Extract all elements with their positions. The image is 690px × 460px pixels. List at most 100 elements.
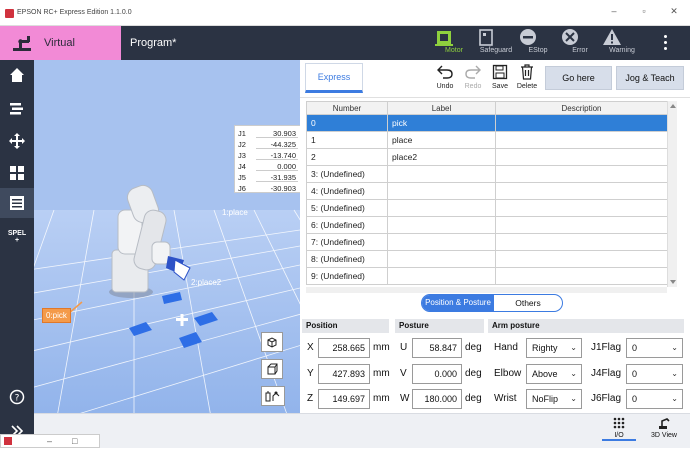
j4flag-select[interactable]: 0 ⌄ [626, 364, 683, 384]
sidebar-help[interactable]: ? [0, 382, 34, 412]
w-field[interactable]: 180.000 [412, 389, 462, 409]
tab-express[interactable]: Express [305, 63, 363, 93]
cell-number[interactable]: 0 [306, 114, 388, 132]
table-row[interactable]: 4: (Undefined) [306, 182, 668, 200]
taskbar-minimize[interactable]: – [47, 436, 52, 446]
cell-number[interactable]: 3: (Undefined) [306, 165, 388, 183]
table-row[interactable]: 9: (Undefined) [306, 267, 668, 285]
u-field[interactable]: 58.847 [412, 338, 462, 358]
redo-button[interactable]: Redo [459, 64, 487, 90]
mode-tab-virtual[interactable]: Virtual [0, 26, 121, 60]
view-robot-button[interactable] [261, 386, 285, 406]
cell-description[interactable] [495, 165, 668, 183]
cell-label[interactable]: place2 [387, 148, 496, 166]
safeguard-button[interactable]: Safeguard [476, 28, 516, 58]
3d-view-button[interactable]: 3D View [646, 416, 682, 439]
cell-number[interactable]: 7: (Undefined) [306, 233, 388, 251]
list-icon [10, 196, 24, 210]
error-button[interactable]: Error [560, 28, 600, 58]
cell-description[interactable] [495, 199, 668, 217]
cell-label[interactable] [387, 250, 496, 268]
sidebar-spel[interactable]: SPEL + [0, 222, 34, 252]
z-label: Z [307, 393, 314, 404]
cell-label[interactable] [387, 182, 496, 200]
cell-number[interactable]: 9: (Undefined) [306, 267, 388, 285]
cell-number[interactable]: 5: (Undefined) [306, 199, 388, 217]
delete-button[interactable]: Delete [513, 64, 541, 90]
cell-description[interactable] [495, 216, 668, 234]
cell-label[interactable] [387, 267, 496, 285]
sidebar-steps[interactable] [0, 94, 34, 124]
cell-label[interactable] [387, 233, 496, 251]
cell-label[interactable]: pick [387, 114, 496, 132]
column-header-description[interactable]: Description [495, 101, 668, 115]
table-row[interactable]: 0 pick [306, 114, 668, 132]
minimize-button[interactable]: – [604, 6, 624, 16]
view-cube-button[interactable] [261, 332, 283, 352]
table-row[interactable]: 5: (Undefined) [306, 199, 668, 217]
j1flag-select[interactable]: 0 ⌄ [626, 338, 683, 358]
detail-view-toggle: Position & Posture Others [421, 294, 563, 312]
column-header-label[interactable]: Label [387, 101, 496, 115]
jog-arrows-icon [9, 133, 25, 149]
point-label-place2[interactable]: 2:place2 [191, 278, 221, 287]
cell-description[interactable] [495, 233, 668, 251]
io-button[interactable]: I/O [602, 416, 636, 441]
table-row[interactable]: 6: (Undefined) [306, 216, 668, 234]
table-row[interactable]: 2 place2 [306, 148, 668, 166]
jog-teach-button[interactable]: Jog & Teach [616, 66, 684, 90]
cell-number[interactable]: 8: (Undefined) [306, 250, 388, 268]
y-field[interactable]: 427.893 [318, 364, 370, 384]
cell-label[interactable] [387, 199, 496, 217]
go-here-button[interactable]: Go here [545, 66, 612, 90]
motor-button[interactable]: Motor [434, 28, 474, 58]
save-button[interactable]: Save [486, 64, 514, 90]
wrist-select[interactable]: NoFlip ⌄ [526, 389, 582, 409]
toggle-position-posture[interactable]: Position & Posture [422, 295, 494, 311]
toggle-others[interactable]: Others [494, 295, 562, 311]
point-label-pick[interactable]: 0:pick [42, 308, 71, 323]
cell-description[interactable] [495, 250, 668, 268]
sidebar-home[interactable] [0, 60, 34, 90]
j6flag-select[interactable]: 0 ⌄ [626, 389, 683, 409]
warning-button[interactable]: Warning [602, 28, 642, 58]
taskbar-window[interactable]: – □ [0, 434, 100, 448]
taskbar-restore[interactable]: □ [72, 436, 77, 446]
column-header-number[interactable]: Number [306, 101, 388, 115]
table-row[interactable]: 8: (Undefined) [306, 250, 668, 268]
more-menu-icon[interactable] [660, 32, 670, 54]
cell-label[interactable]: place [387, 131, 496, 149]
cell-label[interactable] [387, 216, 496, 234]
v-field[interactable]: 0.000 [412, 364, 462, 384]
restore-button[interactable]: ▫ [634, 6, 654, 16]
point-label-place[interactable]: 1:place [222, 208, 248, 217]
cell-description[interactable] [495, 267, 668, 285]
table-row[interactable]: 1 place [306, 131, 668, 149]
table-row[interactable]: 3: (Undefined) [306, 165, 668, 183]
table-vertical-scrollbar[interactable] [667, 101, 677, 287]
cell-description[interactable] [495, 114, 668, 132]
robot-3d-view[interactable]: J130.903deg J2-44.325deg J3-13.740deg J4… [34, 60, 300, 434]
cell-description[interactable] [495, 182, 668, 200]
undo-button[interactable]: Undo [431, 64, 459, 90]
close-button[interactable]: ✕ [664, 6, 684, 17]
sidebar-points[interactable] [0, 188, 34, 218]
hand-select[interactable]: Righty ⌄ [526, 338, 582, 358]
x-field[interactable]: 258.665 [318, 338, 370, 358]
cell-number[interactable]: 4: (Undefined) [306, 182, 388, 200]
table-horizontal-scrollbar[interactable] [306, 287, 667, 293]
table-row[interactable]: 7: (Undefined) [306, 233, 668, 251]
view-front-button[interactable] [261, 359, 283, 379]
cell-label[interactable] [387, 165, 496, 183]
cell-number[interactable]: 2 [306, 148, 388, 166]
sidebar-jog[interactable] [0, 126, 34, 156]
sidebar-grid[interactable] [0, 158, 34, 188]
elbow-select[interactable]: Above ⌄ [526, 364, 582, 384]
cell-number[interactable]: 1 [306, 131, 388, 149]
y-unit: mm [373, 368, 390, 379]
estop-button[interactable]: EStop [518, 28, 558, 58]
cell-description[interactable] [495, 148, 668, 166]
z-field[interactable]: 149.697 [318, 389, 370, 409]
cell-number[interactable]: 6: (Undefined) [306, 216, 388, 234]
cell-description[interactable] [495, 131, 668, 149]
